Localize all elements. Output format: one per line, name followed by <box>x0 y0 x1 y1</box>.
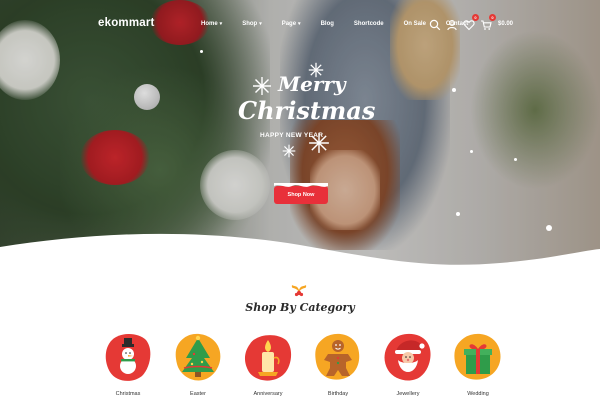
snow-dot <box>452 88 456 92</box>
menu-label: Shop <box>242 21 258 27</box>
menu-label: Page <box>281 21 297 27</box>
menu-label: On Sale <box>403 21 426 27</box>
snow-dot <box>470 150 473 153</box>
category-item-birthday[interactable]: Birthday <box>308 330 368 400</box>
category-item-jewellery[interactable]: Jewellery <box>378 330 438 400</box>
shop-now-button[interactable]: Shop Now <box>274 183 328 204</box>
wave-divider <box>0 233 600 285</box>
category-item-wedding[interactable]: Wedding <box>448 330 508 400</box>
snow-dot <box>456 212 460 216</box>
shop-now-label: Shop Now <box>287 192 315 198</box>
wishlist-count-badge: 0 <box>472 14 479 21</box>
candle-icon <box>244 335 292 381</box>
snowflake-icon <box>253 77 271 95</box>
category-label: Birthday <box>327 391 349 397</box>
menu-item-blog[interactable]: Blog <box>321 21 334 27</box>
menu-label: Shortcode <box>353 21 384 27</box>
chevron-down-icon: ▾ <box>219 21 223 27</box>
menu-item-shortcode[interactable]: Shortcode <box>354 21 384 27</box>
category-label: Christmas <box>115 391 141 397</box>
santa-icon <box>384 333 431 381</box>
christmas-tree-icon <box>175 333 221 381</box>
cart-count-badge: 0 <box>489 14 496 21</box>
category-label: Easter <box>190 391 206 397</box>
chevron-down-icon: ▾ <box>259 21 262 27</box>
category-item-christmas[interactable]: Christmas <box>98 330 158 400</box>
menu-item-home[interactable]: Home ▾ <box>201 21 222 27</box>
category-label: Jewellery <box>396 391 420 397</box>
menu-label: Home <box>201 21 218 27</box>
site-logo[interactable]: ekommart <box>98 17 155 29</box>
gift-icon <box>454 333 501 380</box>
header-actions: 0 0 $0.00 <box>429 14 513 31</box>
snow-dot <box>200 50 203 53</box>
snowflake-icon <box>282 144 296 158</box>
category-item-easter[interactable]: Easter <box>168 330 228 400</box>
category-list: Christmas Easter Anniversary Birthday Je… <box>98 330 508 400</box>
hero-title-merry: Merry <box>278 72 346 96</box>
menu-item-shop[interactable]: Shop ▾ <box>242 21 262 27</box>
chevron-down-icon: ▾ <box>298 21 301 27</box>
hero-title-block: Merry Christmas HAPPY NEW YEAR <box>232 62 375 162</box>
gingerbread-icon <box>315 333 360 380</box>
category-label: Wedding <box>467 391 489 397</box>
user-icon[interactable] <box>446 18 458 31</box>
holly-ornament-icon <box>291 285 307 297</box>
search-icon[interactable] <box>429 18 441 31</box>
snowman-icon <box>105 334 151 381</box>
cart-total[interactable]: $0.00 <box>498 21 513 27</box>
snow-cap-decoration <box>274 183 328 187</box>
snow-dot <box>514 158 517 161</box>
heart-icon[interactable]: 0 <box>463 14 479 31</box>
menu-label: Blog <box>320 21 334 27</box>
hero-title-christmas: Christmas <box>238 96 376 125</box>
top-navigation: ekommart Home ▾ Shop ▾ Page ▾ Blog Short… <box>0 14 600 38</box>
category-item-anniversary[interactable]: Anniversary <box>238 330 298 400</box>
section-heading: Shop By Category <box>245 301 355 314</box>
menu-item-page[interactable]: Page ▾ <box>282 21 301 27</box>
snowflake-icon <box>309 133 329 153</box>
category-label: Anniversary <box>253 391 283 397</box>
cart-icon[interactable]: 0 <box>480 14 496 30</box>
menu-item-on-sale[interactable]: On Sale <box>404 21 426 27</box>
